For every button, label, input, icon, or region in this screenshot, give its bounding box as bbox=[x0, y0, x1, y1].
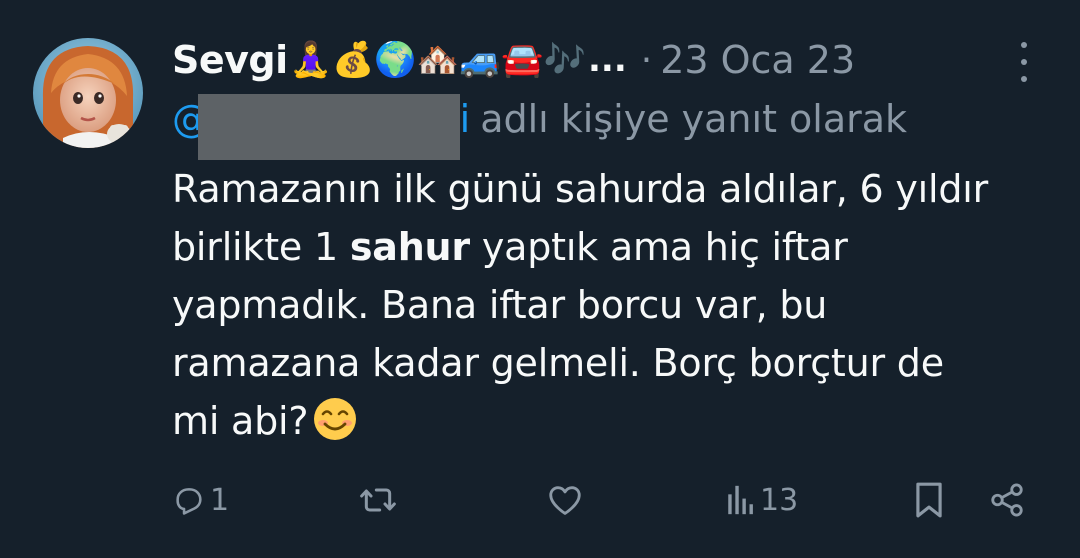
tweet-text-segment: mi abi? bbox=[172, 399, 309, 443]
share-icon bbox=[991, 483, 1023, 517]
separator-dot: · bbox=[640, 39, 653, 81]
bookmark-icon bbox=[916, 482, 942, 518]
redacted-handle bbox=[198, 94, 460, 160]
tweet-text-line: Ramazanın ilk günü sahurda aldılar, 6 yı… bbox=[172, 167, 989, 211]
views-button[interactable]: 13 bbox=[726, 478, 798, 522]
tweet-text-line: birlikte 1 sahur yaptık ama hiç iftar bbox=[172, 218, 1052, 276]
reply-count: 1 bbox=[210, 482, 230, 518]
action-bar: 1 13 bbox=[0, 478, 1080, 528]
tweet-text-line: mi abi? bbox=[172, 392, 1052, 450]
reply-icon bbox=[176, 488, 202, 515]
reply-button[interactable]: 1 bbox=[172, 478, 229, 522]
display-name[interactable]: Sevgi bbox=[172, 38, 288, 82]
smiling-face-icon bbox=[314, 398, 357, 440]
more-dot bbox=[1021, 59, 1027, 65]
share-button[interactable] bbox=[988, 478, 1026, 522]
tweet-text-line: ramazana kadar gelmeli. Borç borçtur de bbox=[172, 341, 944, 385]
name-ellipsis: ... bbox=[587, 40, 627, 80]
tweet-text-segment: birlikte 1 bbox=[172, 225, 350, 269]
more-dot bbox=[1021, 42, 1027, 48]
tweet-card[interactable]: Sevgi 🧘‍♀️💰🌍🏘️🚙🚘🎶 ... · 23 Oca 23 @ ri a… bbox=[0, 0, 1080, 558]
name-emojis: 🧘‍♀️💰🌍🏘️🚙🚘🎶 bbox=[289, 40, 586, 80]
more-options-icon[interactable] bbox=[1012, 42, 1036, 82]
more-dot bbox=[1021, 76, 1027, 82]
tweet-text-segment: yaptık ama hiç iftar bbox=[469, 225, 848, 269]
heart-icon bbox=[549, 486, 581, 515]
highlighted-word: sahur bbox=[349, 225, 470, 269]
avatar[interactable] bbox=[33, 38, 143, 148]
retweet-button[interactable] bbox=[358, 478, 402, 522]
tweet-text-line: yapmadık. Bana iftar borcu var, bu bbox=[172, 283, 828, 327]
tweet-header: Sevgi 🧘‍♀️💰🌍🏘️🚙🚘🎶 ... · 23 Oca 23 bbox=[172, 30, 855, 90]
tweet-text: Ramazanın ilk günü sahurda aldılar, 6 yı… bbox=[172, 160, 1052, 450]
views-chart-icon bbox=[728, 485, 753, 515]
like-button[interactable] bbox=[546, 478, 588, 522]
bookmark-button[interactable] bbox=[912, 478, 946, 522]
avatar-photo-icon bbox=[33, 38, 143, 148]
timestamp[interactable]: 23 Oca 23 bbox=[660, 38, 855, 82]
views-count: 13 bbox=[760, 482, 799, 518]
retweet-icon bbox=[360, 488, 396, 512]
reply-context: @ ri adlı kişiye yanıt olarak bbox=[172, 94, 908, 160]
reply-suffix: adlı kişiye yanıt olarak bbox=[480, 97, 908, 141]
